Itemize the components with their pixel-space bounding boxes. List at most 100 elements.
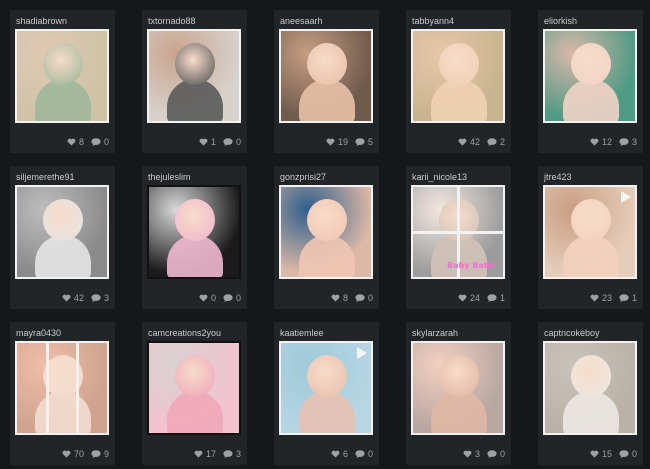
- username-link[interactable]: gonzprisi27: [280, 172, 326, 182]
- likes-count: 42: [73, 293, 84, 303]
- likes-count: 3: [474, 449, 480, 459]
- comments-count: 0: [235, 293, 241, 303]
- photo-thumbnail[interactable]: [147, 185, 241, 279]
- photo-subject: [563, 391, 619, 433]
- photo-card[interactable]: captncokeboy 15 0: [538, 322, 643, 465]
- comments-count: 0: [367, 293, 373, 303]
- photo-stats: 24 1: [458, 293, 505, 303]
- photo-card[interactable]: karii_nicole13 Baby Bath! 24 1: [406, 166, 511, 309]
- heart-icon[interactable]: [331, 450, 340, 458]
- comment-icon[interactable]: [91, 294, 101, 302]
- heart-icon[interactable]: [326, 138, 335, 146]
- photo-subject-head: [43, 199, 83, 241]
- likes-count: 70: [73, 449, 84, 459]
- heart-icon[interactable]: [590, 294, 599, 302]
- comments-count: 0: [631, 449, 637, 459]
- photo-card[interactable]: tabbyann4 42 2: [406, 10, 511, 153]
- username-link[interactable]: captncokeboy: [544, 328, 600, 338]
- username-link[interactable]: txtornado88: [148, 16, 196, 26]
- heart-icon[interactable]: [590, 450, 599, 458]
- username-link[interactable]: mayra0430: [16, 328, 61, 338]
- likes-count: 15: [601, 449, 612, 459]
- photo-thumbnail[interactable]: [543, 29, 637, 123]
- heart-icon[interactable]: [199, 294, 208, 302]
- heart-icon[interactable]: [458, 294, 467, 302]
- photo-thumbnail[interactable]: [147, 341, 241, 435]
- comment-icon[interactable]: [619, 138, 629, 146]
- comment-icon[interactable]: [355, 294, 365, 302]
- comment-icon[interactable]: [355, 450, 365, 458]
- photo-card[interactable]: txtornado88 1 0: [142, 10, 247, 153]
- username-link[interactable]: thejuleslim: [148, 172, 191, 182]
- heart-icon[interactable]: [199, 138, 208, 146]
- username-link[interactable]: siljemerethe91: [16, 172, 75, 182]
- heart-icon[interactable]: [331, 294, 340, 302]
- comment-icon[interactable]: [223, 450, 233, 458]
- likes-count: 12: [601, 137, 612, 147]
- comment-icon[interactable]: [487, 294, 497, 302]
- photo-stats: 42 2: [458, 137, 505, 147]
- photo-card[interactable]: kaatiemlee 6 0: [274, 322, 379, 465]
- heart-icon[interactable]: [463, 450, 472, 458]
- comments-count: 0: [367, 449, 373, 459]
- photo-card[interactable]: eliorkish 12 3: [538, 10, 643, 153]
- photo-thumbnail[interactable]: [543, 185, 637, 279]
- photo-subject-head: [175, 43, 215, 85]
- photo-card[interactable]: jtre423 23 1: [538, 166, 643, 309]
- photo-thumbnail[interactable]: [147, 29, 241, 123]
- photo-stats: 30: [463, 449, 505, 459]
- photo-thumbnail[interactable]: [411, 341, 505, 435]
- comment-icon[interactable]: [91, 450, 101, 458]
- comment-icon[interactable]: [355, 138, 365, 146]
- comment-icon[interactable]: [619, 294, 629, 302]
- username-link[interactable]: eliorkish: [544, 16, 577, 26]
- photo-card[interactable]: siljemerethe91 42 3: [10, 166, 115, 309]
- heart-icon[interactable]: [62, 294, 71, 302]
- comments-count: 0: [235, 137, 241, 147]
- comment-icon[interactable]: [619, 450, 629, 458]
- username-link[interactable]: aneesaarh: [280, 16, 323, 26]
- photo-thumbnail[interactable]: [15, 29, 109, 123]
- photo-thumbnail[interactable]: [411, 29, 505, 123]
- heart-icon[interactable]: [62, 450, 71, 458]
- photo-thumbnail[interactable]: [543, 341, 637, 435]
- photo-thumbnail[interactable]: [279, 29, 373, 123]
- video-play-icon[interactable]: [621, 191, 631, 203]
- photo-card[interactable]: gonzprisi27 8 0: [274, 166, 379, 309]
- comment-icon[interactable]: [487, 138, 497, 146]
- username-link[interactable]: tabbyann4: [412, 16, 454, 26]
- likes-count: 6: [342, 449, 348, 459]
- photo-thumbnail[interactable]: [15, 341, 109, 435]
- username-link[interactable]: karii_nicole13: [412, 172, 467, 182]
- photo-stats: 70 9: [62, 449, 109, 459]
- photo-thumbnail[interactable]: [15, 185, 109, 279]
- username-link[interactable]: kaatiemlee: [280, 328, 324, 338]
- photo-subject: [563, 79, 619, 121]
- photo-thumbnail[interactable]: [279, 341, 373, 435]
- photo-card[interactable]: camcreations2you 17 3: [142, 322, 247, 465]
- photo-subject-head: [571, 199, 611, 241]
- photo-thumbnail[interactable]: [279, 185, 373, 279]
- photo-card[interactable]: skylarzarah 3 0: [406, 322, 511, 465]
- photo-stats: 12 3: [590, 137, 637, 147]
- photo-thumbnail[interactable]: Baby Bath!: [411, 185, 505, 279]
- heart-icon[interactable]: [67, 138, 76, 146]
- comment-icon[interactable]: [223, 294, 233, 302]
- username-link[interactable]: skylarzarah: [412, 328, 458, 338]
- username-link[interactable]: camcreations2you: [148, 328, 221, 338]
- username-link[interactable]: jtre423: [544, 172, 572, 182]
- comments-count: 0: [103, 137, 109, 147]
- heart-icon[interactable]: [458, 138, 467, 146]
- video-play-icon[interactable]: [357, 347, 367, 359]
- photo-card[interactable]: mayra0430 70 9: [10, 322, 115, 465]
- username-link[interactable]: shadiabrown: [16, 16, 67, 26]
- comment-icon[interactable]: [91, 138, 101, 146]
- comment-icon[interactable]: [487, 450, 497, 458]
- photo-card[interactable]: shadiabrown 8 0: [10, 10, 115, 153]
- comment-icon[interactable]: [223, 138, 233, 146]
- photo-card[interactable]: thejuleslim 0 0: [142, 166, 247, 309]
- heart-icon[interactable]: [590, 138, 599, 146]
- heart-icon[interactable]: [194, 450, 203, 458]
- photo-card[interactable]: aneesaarh 19 5: [274, 10, 379, 153]
- comments-count: 5: [367, 137, 373, 147]
